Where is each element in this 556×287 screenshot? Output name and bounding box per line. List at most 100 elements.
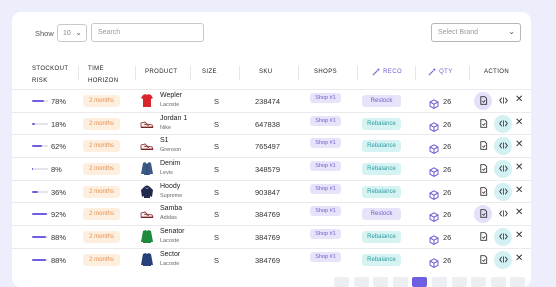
- time-horizon-badge: 2 months: [83, 163, 120, 176]
- shop-badge[interactable]: Shop #1: [310, 183, 341, 194]
- qty-value: 26: [443, 210, 452, 220]
- col-time-horizon[interactable]: TIME HORIZON: [88, 63, 118, 87]
- shop-badge[interactable]: Shop #1: [310, 251, 341, 262]
- close-icon[interactable]: ✕: [515, 163, 523, 173]
- col-reco[interactable]: RECO: [372, 67, 402, 76]
- reco-badge[interactable]: Restock: [362, 208, 401, 221]
- reco-badge[interactable]: Rebalance: [362, 231, 401, 244]
- product-brand: Grenson: [160, 147, 182, 154]
- reco-badge[interactable]: Rebalance: [362, 117, 401, 130]
- stockout-risk-bar: [32, 258, 48, 261]
- product-name[interactable]: Hoody: [160, 183, 180, 190]
- product-name[interactable]: Denim: [160, 160, 180, 167]
- product-name[interactable]: Wepler: [160, 92, 182, 99]
- code-icon[interactable]: [494, 228, 512, 247]
- stockout-risk-fill: [32, 258, 47, 261]
- product-brand: Lacoste: [160, 260, 180, 267]
- document-check-icon[interactable]: [474, 160, 492, 178]
- reco-badge[interactable]: Restock: [362, 95, 401, 107]
- shop-badge[interactable]: Shop #1: [310, 161, 341, 172]
- document-check-icon[interactable]: [474, 115, 492, 133]
- shop-badge[interactable]: Shop #1: [310, 206, 341, 217]
- page-button[interactable]: [451, 277, 467, 287]
- page-button[interactable]: [432, 277, 447, 287]
- reco-badge[interactable]: Rebalance: [362, 253, 401, 266]
- document-check-icon[interactable]: [474, 228, 492, 246]
- reco-badge[interactable]: Rebalance: [362, 163, 401, 176]
- product-name[interactable]: Jordan 1: [160, 115, 187, 122]
- code-icon[interactable]: [494, 250, 512, 269]
- product-name[interactable]: Samba: [160, 205, 182, 212]
- reco-badge[interactable]: Rebalance: [362, 185, 401, 198]
- product-brand: Adidas: [160, 215, 177, 222]
- table-row: 62% 2 months S1 Grenson S 765497 Shop #1…: [12, 134, 531, 157]
- code-icon[interactable]: [494, 137, 512, 156]
- shop-badge[interactable]: Shop #1: [310, 138, 341, 149]
- col-size[interactable]: SIZE: [202, 69, 217, 75]
- close-icon[interactable]: ✕: [515, 208, 523, 218]
- document-check-icon[interactable]: [474, 183, 492, 201]
- col-time-horizon-line1: TIME: [88, 66, 104, 72]
- magic-wand-icon: [428, 67, 437, 76]
- sku-value: 348579: [255, 165, 281, 175]
- col-sku[interactable]: SKU: [259, 69, 273, 75]
- table-row: 92% 2 months Samba Adidas S 384769 Shop …: [12, 202, 531, 225]
- column-divider: [135, 66, 136, 80]
- close-icon[interactable]: ✕: [515, 253, 523, 264]
- table-row: 18% 2 months Jordan 1 Nike S 647838 Shop…: [12, 111, 531, 135]
- col-product[interactable]: PRODUCT: [145, 69, 177, 75]
- document-check-icon[interactable]: [474, 251, 492, 269]
- column-divider: [239, 66, 240, 80]
- product-name[interactable]: S1: [160, 137, 169, 144]
- col-qty[interactable]: QTY: [428, 67, 453, 76]
- code-icon[interactable]: [494, 182, 512, 201]
- column-divider: [469, 66, 470, 80]
- close-icon[interactable]: ✕: [515, 231, 523, 241]
- document-check-icon[interactable]: [474, 92, 492, 110]
- page-button[interactable]: [392, 277, 408, 287]
- stockout-risk-fill: [32, 236, 47, 239]
- page-button[interactable]: [471, 277, 487, 287]
- search-input[interactable]: Search: [91, 23, 204, 42]
- code-icon[interactable]: [494, 205, 512, 223]
- code-icon[interactable]: [494, 92, 512, 110]
- page-button[interactable]: [490, 277, 506, 287]
- page-size-select[interactable]: 10 ⌄: [57, 24, 87, 42]
- shop-badge[interactable]: Shop #1: [310, 115, 341, 126]
- chevron-down-icon: ⌄: [75, 28, 82, 37]
- page-button[interactable]: [412, 277, 428, 287]
- code-icon[interactable]: [494, 160, 512, 179]
- page-button[interactable]: [334, 277, 349, 287]
- code-icon[interactable]: [494, 114, 512, 133]
- column-divider: [190, 66, 191, 80]
- sku-value: 384769: [255, 255, 281, 265]
- close-icon[interactable]: ✕: [515, 140, 523, 150]
- product-name[interactable]: Sector: [160, 251, 180, 258]
- close-icon[interactable]: ✕: [515, 117, 523, 128]
- col-stockout-risk[interactable]: STOCKOUT RISK: [32, 63, 68, 87]
- close-icon[interactable]: ✕: [515, 95, 523, 105]
- table-row: 88% 2 months Sector Lacoste S 384769 Sho…: [12, 247, 531, 271]
- reco-badge[interactable]: Rebalance: [362, 140, 401, 153]
- document-check-icon[interactable]: [474, 205, 492, 224]
- products-card: Show 10 ⌄ Search Select Brand ⌄ STOCKOUT…: [12, 12, 531, 287]
- close-icon[interactable]: ✕: [515, 185, 523, 196]
- sku-value: 647838: [255, 119, 281, 129]
- shop-badge[interactable]: Shop #1: [310, 229, 341, 240]
- col-time-horizon-line2: HORIZON: [88, 78, 119, 84]
- col-shops[interactable]: SHOPS: [314, 69, 337, 75]
- time-horizon-badge: 2 months: [83, 208, 120, 221]
- stockout-risk-fill: [32, 168, 34, 171]
- brand-select-placeholder: Select Brand: [438, 29, 479, 36]
- pagination: [334, 277, 531, 287]
- product-thumbnail: [140, 93, 154, 108]
- page-button[interactable]: [510, 277, 526, 287]
- document-check-icon[interactable]: [474, 137, 492, 155]
- shop-badge[interactable]: Shop #1: [310, 93, 341, 103]
- product-name[interactable]: Senator: [160, 228, 185, 235]
- stockout-risk-bar: [32, 213, 48, 216]
- page-button[interactable]: [353, 277, 369, 287]
- brand-select[interactable]: Select Brand ⌄: [431, 23, 521, 42]
- page-button[interactable]: [373, 277, 389, 287]
- column-divider: [298, 66, 299, 80]
